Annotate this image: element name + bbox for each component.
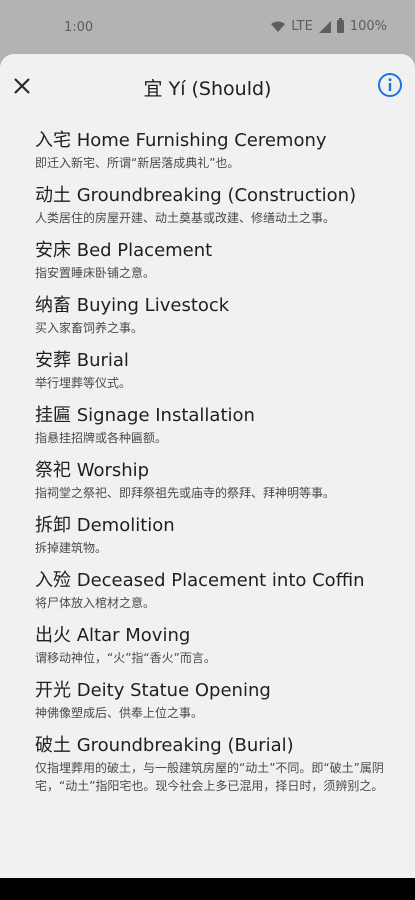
item-description: 举行埋葬等仪式。 (35, 376, 132, 390)
item-title: 动土 Groundbreaking (Construction) (35, 185, 357, 206)
item-description: 仅指埋葬用的破土，与一般建筑房屋的“动土”不同。即“破土”属阴宅，“动土”指阳宅… (35, 761, 384, 793)
network-label: LTE (291, 19, 313, 34)
item-description: 将尸体放入棺材之意。 (35, 596, 156, 610)
list-item: 安床 Bed Placement 指安置睡床卧铺之意。 (35, 240, 391, 282)
item-title: 开光 Deity Statue Opening (35, 680, 271, 701)
item-title: 挂匾 Signage Installation (35, 405, 255, 426)
item-title: 拆卸 Demolition (35, 515, 175, 536)
sheet-header: 宜 Yí (Should) (0, 54, 415, 124)
list-item: 破土 Groundbreaking (Burial) 仅指埋葬用的破土，与一般建… (35, 735, 391, 795)
item-description: 指祠堂之祭祀、即拜祭祖先或庙寺的祭拜、拜神明等事。 (35, 486, 336, 500)
item-title: 入宅 Home Furnishing Ceremony (35, 130, 327, 151)
list-item: 入殓 Deceased Placement into Coffin 将尸体放入棺… (35, 570, 391, 612)
status-time: 1:00 (64, 20, 94, 35)
item-description: 神佛像塑成后、供奉上位之事。 (35, 706, 204, 720)
item-description: 即迁入新宅、所谓“新居落成典礼”也。 (35, 156, 240, 170)
list-item: 安葬 Burial 举行埋葬等仪式。 (35, 350, 391, 392)
battery-icon (336, 18, 344, 33)
list-item: 挂匾 Signage Installation 指悬挂招牌或各种匾额。 (35, 405, 391, 447)
item-description: 指安置睡床卧铺之意。 (35, 266, 156, 280)
status-indicators: LTE 100% (271, 18, 387, 34)
bottom-sheet: 宜 Yí (Should) 入宅 Home Furnishing Ceremon… (0, 54, 415, 878)
list-item: 出火 Altar Moving 谓移动神位，“火”指“香火”而言。 (35, 625, 391, 667)
activity-list: 入宅 Home Furnishing Ceremony 即迁入新宅、所谓“新居落… (35, 130, 391, 808)
signal-icon (318, 20, 331, 33)
battery-label: 100% (349, 19, 387, 34)
item-description: 指悬挂招牌或各种匾额。 (35, 431, 168, 445)
info-icon[interactable] (377, 72, 403, 98)
list-item: 动土 Groundbreaking (Construction) 人类居住的房屋… (35, 185, 391, 227)
list-item: 开光 Deity Statue Opening 神佛像塑成后、供奉上位之事。 (35, 680, 391, 722)
status-bar: 1:00 LTE 100% (0, 0, 415, 54)
item-title: 安床 Bed Placement (35, 240, 213, 261)
page-title: 宜 Yí (Should) (143, 78, 272, 100)
item-title: 祭祀 Worship (35, 460, 150, 481)
item-title: 出火 Altar Moving (35, 625, 191, 646)
item-title: 入殓 Deceased Placement into Coffin (35, 570, 365, 591)
list-item: 拆卸 Demolition 拆掉建筑物。 (35, 515, 391, 557)
item-description: 拆掉建筑物。 (35, 541, 108, 555)
item-description: 人类居住的房屋开建、动土奠基或改建、修缮动土之事。 (35, 211, 336, 225)
item-title: 安葬 Burial (35, 350, 129, 371)
list-item: 纳畜 Buying Livestock 买入家畜饲养之事。 (35, 295, 391, 337)
item-description: 谓移动神位，“火”指“香火”而言。 (35, 651, 216, 665)
list-item: 祭祀 Worship 指祠堂之祭祀、即拜祭祖先或庙寺的祭拜、拜神明等事。 (35, 460, 391, 502)
system-navigation-bar (0, 878, 415, 900)
item-title: 纳畜 Buying Livestock (35, 295, 230, 316)
list-item: 入宅 Home Furnishing Ceremony 即迁入新宅、所谓“新居落… (35, 130, 391, 172)
wifi-icon (271, 21, 286, 32)
item-title: 破土 Groundbreaking (Burial) (35, 735, 294, 756)
item-description: 买入家畜饲养之事。 (35, 321, 144, 335)
